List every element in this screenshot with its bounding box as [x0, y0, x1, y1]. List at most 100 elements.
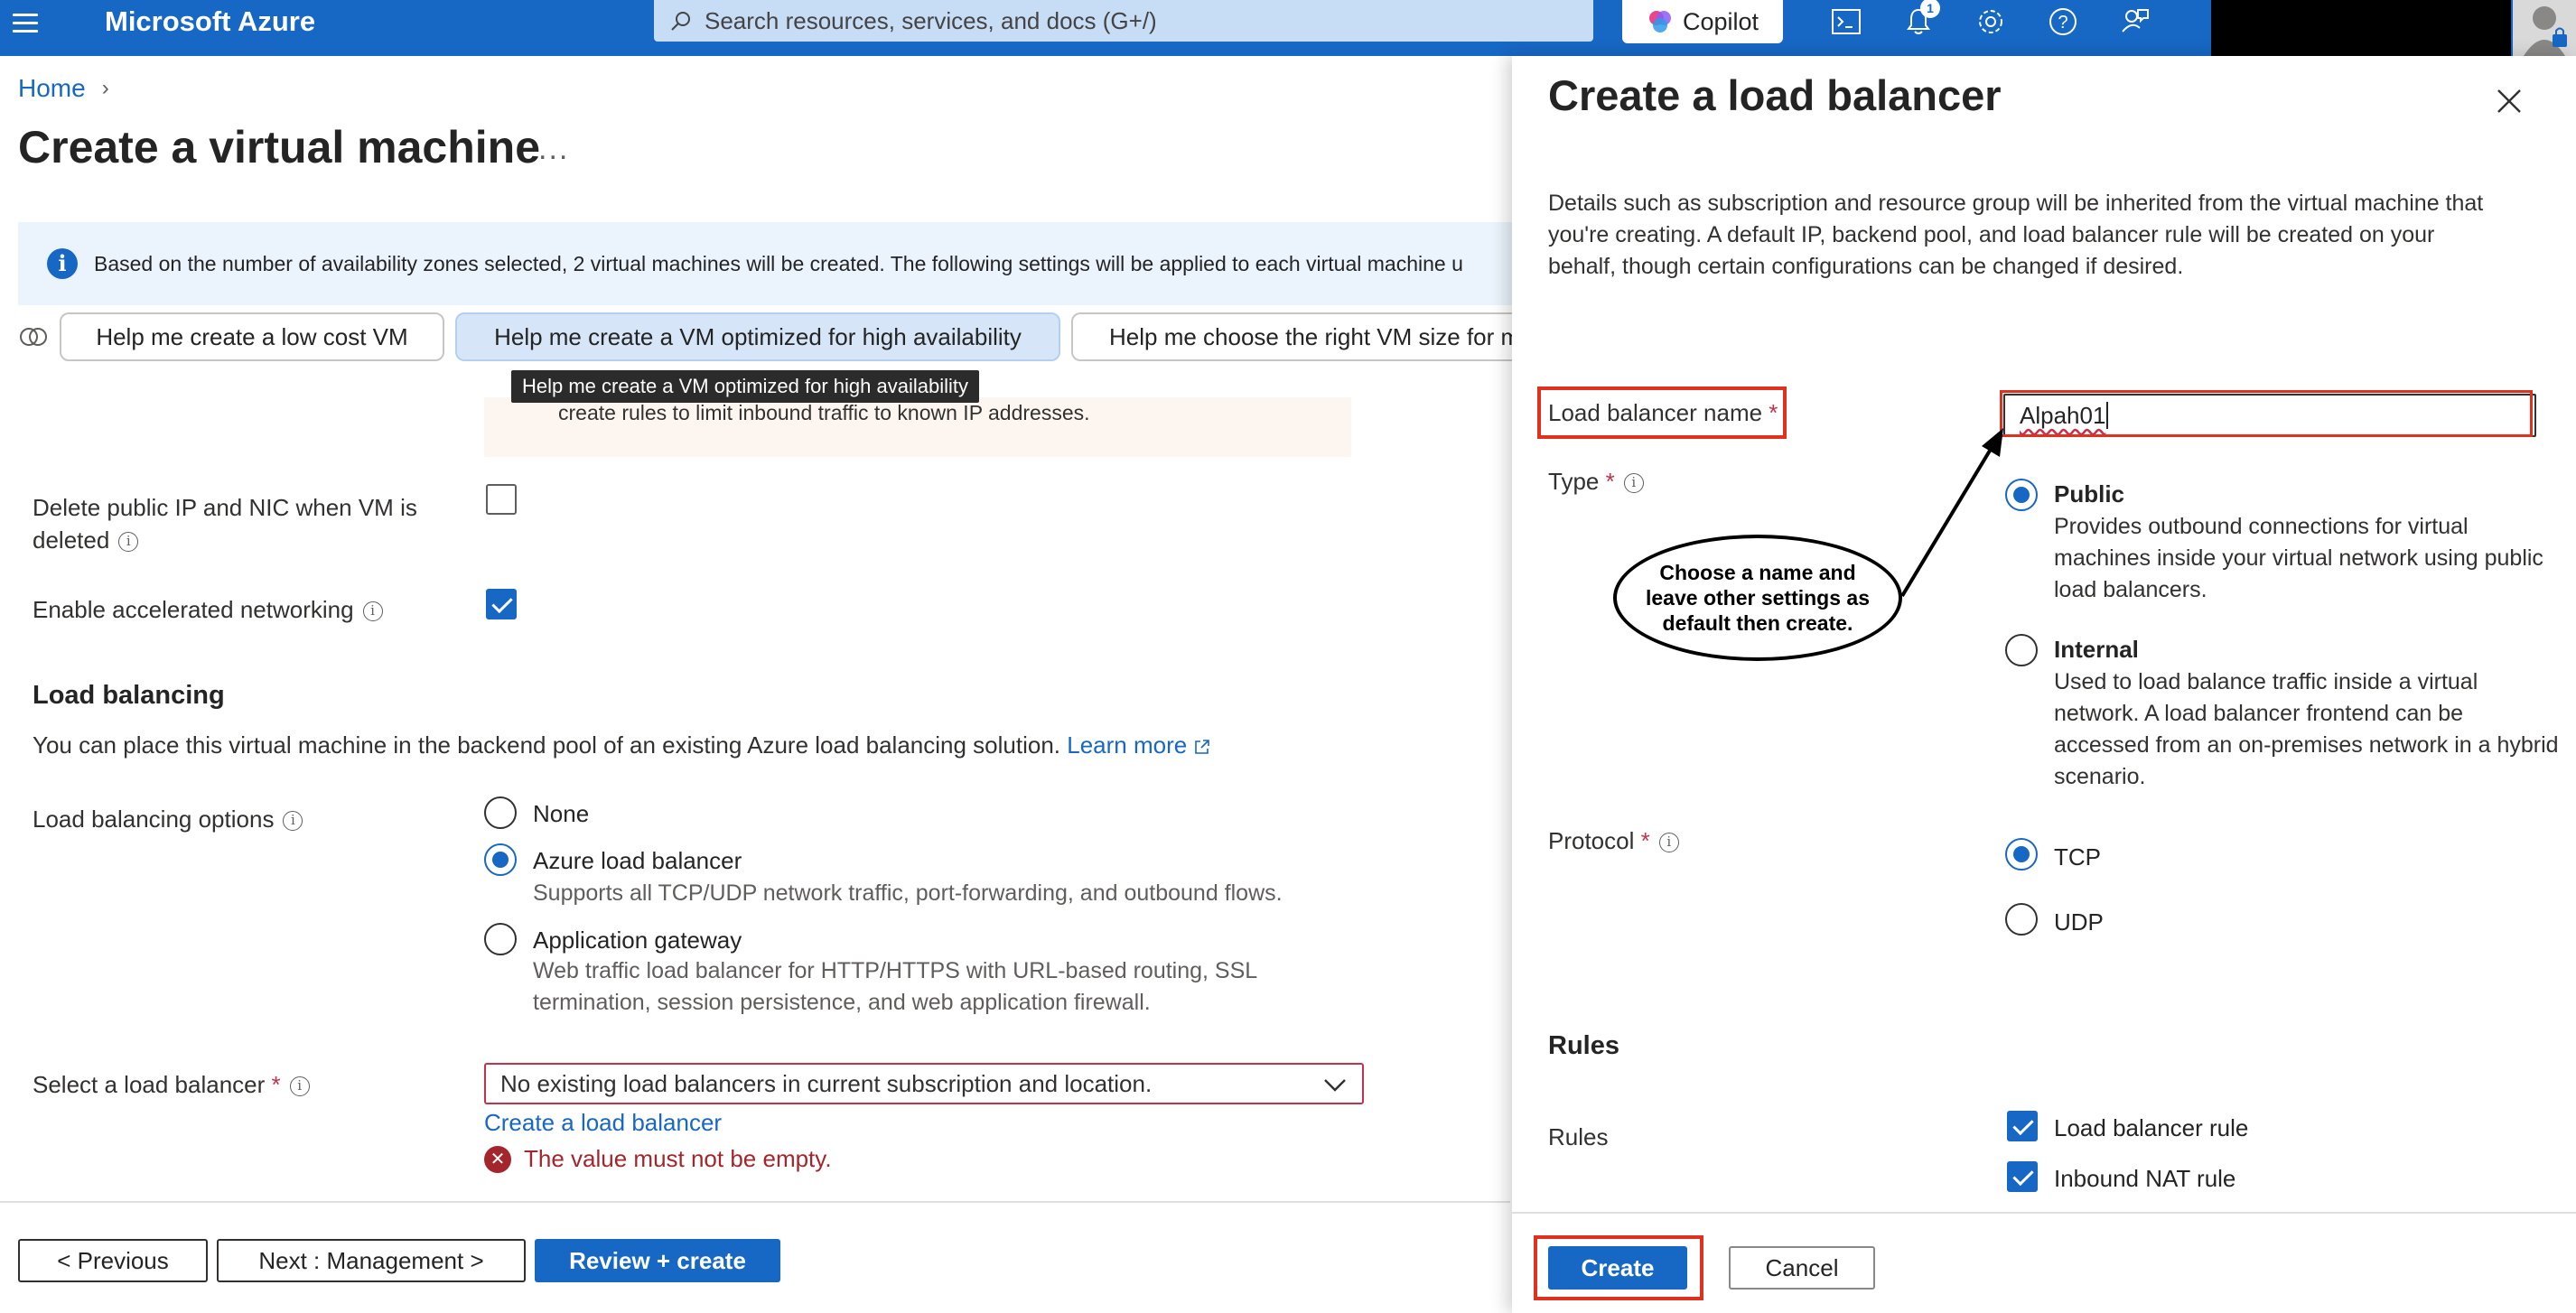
cancel-button[interactable]: Cancel	[1729, 1246, 1875, 1290]
select-lb-dropdown[interactable]: No existing load balancers in current su…	[484, 1063, 1364, 1104]
security-warning-text: create rules to limit inbound traffic to…	[558, 401, 1090, 424]
required-asterisk: *	[1640, 827, 1650, 854]
internal-description: Used to load balance traffic inside a vi…	[2054, 669, 2559, 789]
close-icon[interactable]	[2491, 83, 2527, 119]
info-circle-icon[interactable]: i	[1623, 473, 1644, 494]
validation-error: ✕ The value must not be empty.	[484, 1145, 832, 1173]
suggestion-low-cost-vm[interactable]: Help me create a low cost VM	[60, 312, 444, 361]
required-asterisk: *	[1605, 468, 1615, 495]
suggestion-tooltip: Help me create a VM optimized for high a…	[511, 370, 980, 403]
menu-icon[interactable]	[13, 9, 40, 36]
protocol-label-text: Protocol	[1548, 827, 1635, 854]
nat-rule-checkbox[interactable]	[2007, 1161, 2038, 1192]
delete-ip-label-text: deleted	[33, 526, 110, 554]
type-label-text: Type	[1548, 468, 1600, 495]
info-circle-icon[interactable]: i	[118, 532, 139, 553]
application-gateway-description-line1: Web traffic load balancer for HTTP/HTTPS…	[533, 958, 1258, 983]
copilot-button[interactable]: Copilot	[1622, 0, 1783, 43]
svg-text:?: ?	[2058, 13, 2067, 33]
validation-error-text: The value must not be empty.	[524, 1145, 832, 1172]
select-lb-value: No existing load balancers in current su…	[500, 1069, 1153, 1097]
breadcrumb-home[interactable]: Home	[18, 74, 86, 103]
next-management-button[interactable]: Next : Management >	[217, 1239, 526, 1282]
radio-public[interactable]	[2005, 479, 2038, 511]
chevron-down-icon	[1324, 1079, 1346, 1092]
notifications-icon[interactable]: 1	[1900, 0, 1940, 40]
public-description: Provides outbound connections for virtua…	[2054, 514, 2543, 602]
footer-divider	[0, 1201, 1510, 1203]
suggestion-vm-size[interactable]: Help me choose the right VM size for m	[1071, 312, 1514, 361]
search-icon	[671, 12, 690, 31]
select-lb-text: Select a load balancer	[33, 1071, 266, 1098]
radio-application-gateway[interactable]	[484, 923, 517, 955]
delete-ip-label-line2: deleted i	[33, 524, 417, 556]
search-input[interactable]: Search resources, services, and docs (G+…	[654, 0, 1593, 42]
cloud-shell-icon[interactable]	[1828, 4, 1864, 40]
info-circle-icon[interactable]: i	[1658, 833, 1679, 853]
load-balancing-description: You can place this virtual machine in th…	[33, 731, 1211, 759]
info-icon: i	[47, 248, 78, 279]
radio-azure-load-balancer-label: Azure load balancer	[533, 847, 742, 874]
nat-rule-label: Inbound NAT rule	[2054, 1165, 2236, 1192]
panel-footer-divider	[1512, 1212, 2576, 1214]
radio-application-gateway-label: Application gateway	[533, 927, 742, 954]
settings-gear-icon[interactable]	[1973, 4, 2009, 40]
highlight-box-name-input	[2000, 390, 2533, 437]
lb-options-label: Load balancing options i	[33, 805, 303, 833]
info-circle-icon[interactable]: i	[283, 811, 303, 832]
info-banner: i Based on the number of availability zo…	[18, 222, 1514, 305]
required-asterisk: *	[271, 1071, 281, 1098]
redacted-account-area	[2211, 0, 2511, 56]
radio-tcp[interactable]	[2005, 838, 2038, 871]
help-icon[interactable]: ?	[2045, 4, 2081, 40]
info-circle-icon[interactable]: i	[289, 1076, 310, 1097]
radio-internal[interactable]	[2005, 634, 2038, 666]
rules-label: Rules	[1548, 1123, 1609, 1150]
accelerated-networking-label: Enable accelerated networking i	[33, 596, 383, 624]
lb-options-text: Load balancing options	[33, 805, 275, 833]
feedback-icon[interactable]	[2117, 4, 2153, 40]
highlight-box-create	[1534, 1235, 1703, 1300]
accelerated-networking-text: Enable accelerated networking	[33, 596, 354, 623]
copilot-label: Copilot	[1682, 7, 1759, 35]
info-circle-icon[interactable]: i	[362, 601, 383, 622]
search-placeholder: Search resources, services, and docs (G+…	[705, 6, 1157, 34]
radio-udp-label: UDP	[2054, 908, 2104, 936]
brand-title[interactable]: Microsoft Azure	[105, 4, 315, 40]
load-balancing-heading: Load balancing	[33, 681, 225, 710]
delete-ip-checkbox[interactable]	[486, 484, 517, 515]
create-load-balancer-link[interactable]: Create a load balancer	[484, 1109, 722, 1137]
avatar[interactable]	[2513, 0, 2576, 56]
application-gateway-description-line2: termination, session persistence, and we…	[533, 990, 1151, 1015]
lb-rule-label: Load balancer rule	[2054, 1114, 2249, 1141]
accelerated-networking-checkbox[interactable]	[486, 589, 517, 619]
info-banner-text: Based on the number of availability zone…	[94, 251, 1463, 275]
top-bar: Microsoft Azure Search resources, servic…	[0, 0, 2576, 56]
rules-heading: Rules	[1548, 1031, 1619, 1060]
learn-more-text: Learn more	[1067, 731, 1188, 759]
radio-azure-load-balancer[interactable]	[484, 843, 517, 876]
instruction-callout: Choose a name and leave other settings a…	[1613, 535, 1902, 661]
load-balancing-description-text: You can place this virtual machine in th…	[33, 731, 1061, 759]
radio-public-label: Public	[2054, 480, 2125, 508]
select-lb-label: Select a load balancer * i	[33, 1071, 310, 1099]
suggestion-high-availability[interactable]: Help me create a VM optimized for high a…	[455, 312, 1060, 361]
radio-internal-label: Internal	[2054, 636, 2139, 663]
external-link-icon	[1195, 740, 1210, 754]
learn-more-link[interactable]: Learn more	[1067, 731, 1211, 759]
panel-description: Details such as subscription and resourc…	[1548, 191, 2484, 279]
notification-badge: 1	[1920, 0, 1940, 18]
chevron-right-icon: ›	[101, 76, 109, 100]
previous-button[interactable]: < Previous	[18, 1239, 208, 1282]
lb-rule-checkbox[interactable]	[2007, 1111, 2038, 1141]
create-load-balancer-panel: Create a load balancer Details such as s…	[1512, 56, 2576, 1313]
breadcrumb: Home ›	[18, 74, 109, 103]
radio-tcp-label: TCP	[2054, 843, 2101, 871]
review-create-button[interactable]: Review + create	[535, 1239, 780, 1282]
radio-udp[interactable]	[2005, 903, 2038, 936]
protocol-label: Protocol * i	[1548, 827, 1679, 855]
radio-none[interactable]	[484, 796, 517, 829]
more-options-icon[interactable]: ...	[538, 132, 569, 167]
application-gateway-description: Web traffic load balancer for HTTP/HTTPS…	[533, 955, 1257, 1019]
highlight-box-name-label	[1537, 386, 1787, 439]
